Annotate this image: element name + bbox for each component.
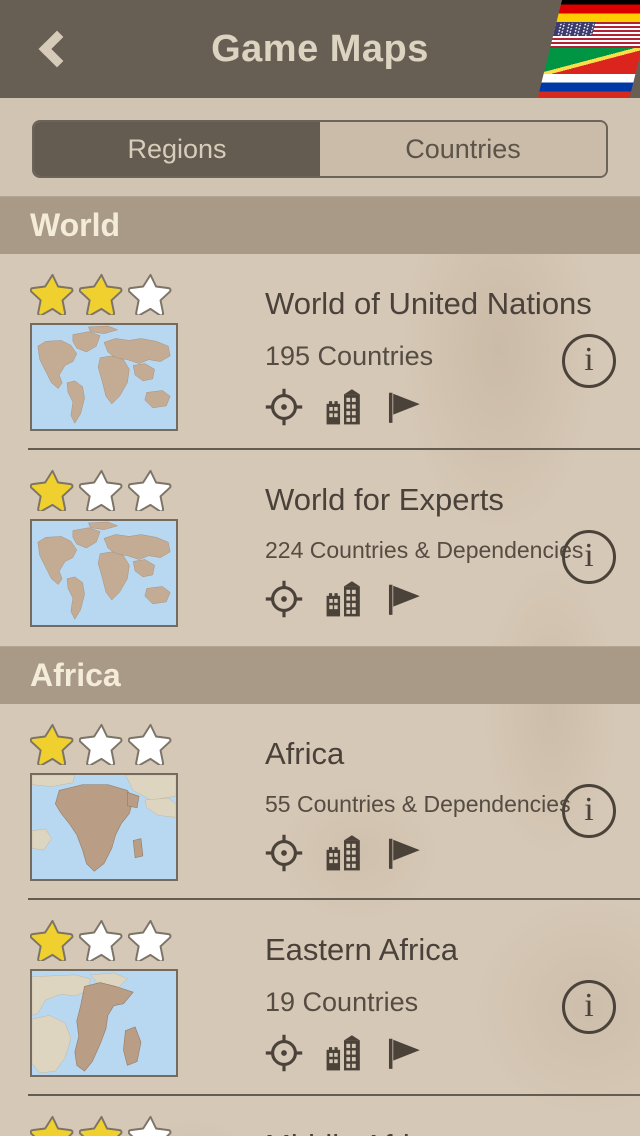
back-button[interactable] xyxy=(22,18,84,80)
world-map-thumbnail xyxy=(30,519,178,627)
flags-button[interactable] xyxy=(520,0,640,98)
city-icon[interactable] xyxy=(325,580,363,618)
target-icon[interactable] xyxy=(265,834,303,872)
flag-icon[interactable] xyxy=(385,580,423,618)
target-icon[interactable] xyxy=(265,1034,303,1072)
row-left-column xyxy=(0,918,215,1096)
info-label: i xyxy=(584,987,594,1024)
star-rating xyxy=(30,722,173,765)
game-mode-icons xyxy=(265,580,620,618)
map-title: Eastern Africa xyxy=(265,932,458,967)
star-filled-icon xyxy=(30,919,74,961)
chevron-left-icon xyxy=(38,30,75,68)
tab-countries[interactable]: Countries xyxy=(320,122,606,176)
row-left-column xyxy=(0,722,215,900)
info-button[interactable]: i xyxy=(562,784,616,838)
flag-russia-icon xyxy=(537,74,636,98)
star-empty-icon xyxy=(128,273,172,315)
star-filled-icon xyxy=(79,273,123,315)
flag-congo-icon xyxy=(543,48,640,74)
flag-icon[interactable] xyxy=(385,1034,423,1072)
city-icon[interactable] xyxy=(325,834,363,872)
map-title: World for Experts xyxy=(265,482,504,517)
page-title: Game Maps xyxy=(211,27,429,70)
row-right-column: World for Experts 224 Countries & Depend… xyxy=(215,468,640,646)
star-empty-icon xyxy=(128,723,172,765)
game-mode-icons xyxy=(265,1034,620,1072)
city-icon[interactable] xyxy=(325,388,363,426)
flag-usa-icon xyxy=(550,22,640,48)
row-left-column xyxy=(0,468,215,646)
star-filled-icon xyxy=(30,273,74,315)
star-rating xyxy=(30,1114,173,1136)
tab-regions[interactable]: Regions xyxy=(34,122,320,176)
star-empty-icon xyxy=(79,469,123,511)
row-right-column: World of United Nations 195 Countries i xyxy=(215,272,640,450)
flag-icon[interactable] xyxy=(385,834,423,872)
star-filled-icon xyxy=(79,1115,123,1136)
flags-icon xyxy=(537,0,640,98)
star-empty-icon xyxy=(79,723,123,765)
target-icon[interactable] xyxy=(265,580,303,618)
map-list[interactable]: World World of United Nations 195 Countr… xyxy=(0,196,640,1136)
list-item[interactable]: Africa 55 Countries & Dependencies i xyxy=(0,704,640,900)
list-item[interactable]: World for Experts 224 Countries & Depend… xyxy=(0,450,640,646)
list-item[interactable]: Eastern Africa 19 Countries i xyxy=(0,900,640,1096)
info-label: i xyxy=(584,537,594,574)
section-title: Africa xyxy=(30,657,121,693)
star-empty-icon xyxy=(128,469,172,511)
info-button[interactable]: i xyxy=(562,980,616,1034)
navigation-bar: Game Maps xyxy=(0,0,640,98)
info-label: i xyxy=(584,791,594,828)
star-rating xyxy=(30,468,173,511)
segmented-control[interactable]: Regions Countries xyxy=(32,120,608,178)
game-mode-icons xyxy=(265,388,620,426)
world-map-thumbnail xyxy=(30,323,178,431)
eastern-africa-map-thumbnail xyxy=(30,969,178,1077)
flag-germany-icon xyxy=(556,0,640,22)
row-right-column: Africa 55 Countries & Dependencies i xyxy=(215,722,640,900)
row-right-column: Eastern Africa 19 Countries i xyxy=(215,918,640,1096)
star-empty-icon xyxy=(128,919,172,961)
star-rating xyxy=(30,918,173,961)
map-title: Africa xyxy=(265,736,345,771)
city-icon[interactable] xyxy=(325,1034,363,1072)
info-label: i xyxy=(584,341,594,378)
section-header-africa: Africa xyxy=(0,646,640,704)
star-filled-icon xyxy=(30,723,74,765)
list-item[interactable]: World of United Nations 195 Countries i xyxy=(0,254,640,450)
africa-map-thumbnail xyxy=(30,773,178,881)
target-icon[interactable] xyxy=(265,388,303,426)
section-header-world: World xyxy=(0,196,640,254)
star-empty-icon xyxy=(79,919,123,961)
list-item[interactable]: Middle Africa xyxy=(0,1096,640,1136)
info-button[interactable]: i xyxy=(562,530,616,584)
row-right-column: Middle Africa xyxy=(215,1114,640,1136)
star-filled-icon xyxy=(30,1115,74,1136)
section-title: World xyxy=(30,207,121,243)
map-title: World of United Nations xyxy=(265,286,592,321)
star-rating xyxy=(30,272,173,315)
row-left-column xyxy=(0,1114,215,1136)
game-mode-icons xyxy=(265,834,620,872)
map-title: Middle Africa xyxy=(265,1130,620,1136)
row-left-column xyxy=(0,272,215,450)
star-empty-icon xyxy=(128,1115,172,1136)
segmented-control-container: Regions Countries xyxy=(0,98,640,196)
flag-icon[interactable] xyxy=(385,388,423,426)
star-filled-icon xyxy=(30,469,74,511)
info-button[interactable]: i xyxy=(562,334,616,388)
